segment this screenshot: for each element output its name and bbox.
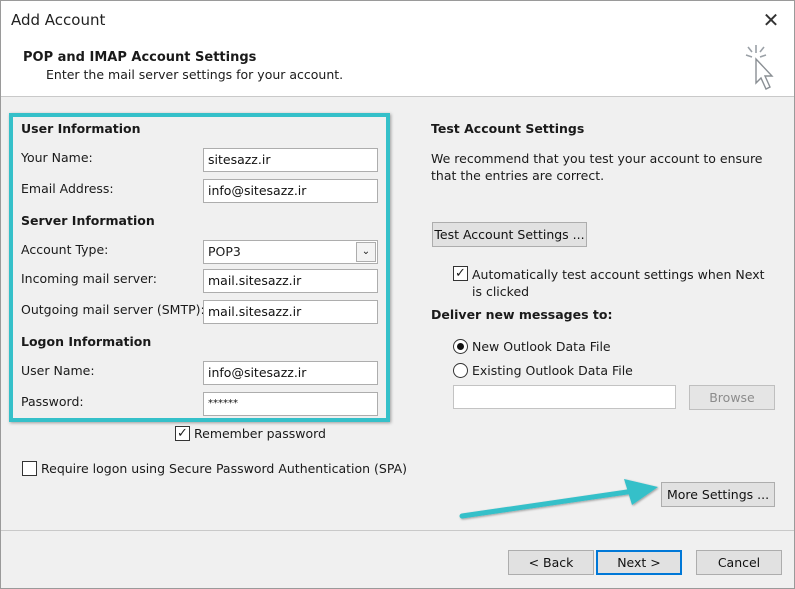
deliver-heading: Deliver new messages to:: [431, 307, 613, 322]
password-label: Password:: [21, 394, 84, 409]
outgoing-server-label: Outgoing mail server (SMTP):: [21, 302, 205, 317]
test-description: We recommend that you test your account …: [431, 151, 763, 183]
server-info-heading: Server Information: [21, 213, 155, 228]
next-button[interactable]: Next >: [596, 550, 682, 575]
header-subtitle: Enter the mail server settings for your …: [46, 67, 344, 82]
dialog-header: POP and IMAP Account Settings Enter the …: [1, 41, 794, 97]
close-icon[interactable]: ✕: [756, 6, 786, 34]
logon-info-heading: Logon Information: [21, 334, 152, 349]
remember-password-label: Remember password: [194, 426, 326, 441]
existing-data-file-path-input[interactable]: [453, 385, 676, 409]
account-type-label: Account Type:: [21, 242, 109, 257]
header-title: POP and IMAP Account Settings: [23, 50, 257, 65]
browse-button[interactable]: Browse: [689, 385, 775, 410]
existing-data-file-radio[interactable]: [453, 363, 468, 378]
test-settings-heading: Test Account Settings: [431, 121, 585, 136]
account-type-value: POP3: [208, 244, 241, 259]
email-address-input[interactable]: info@sitesazz.ir: [203, 179, 378, 203]
cancel-button[interactable]: Cancel: [696, 550, 782, 575]
user-name-label: User Name:: [21, 363, 95, 378]
back-button[interactable]: < Back: [508, 550, 594, 575]
more-settings-button[interactable]: More Settings ...: [661, 482, 775, 507]
footer-divider: [1, 530, 794, 531]
cursor-click-icon: [745, 45, 774, 90]
title-bar: Add Account ✕: [1, 1, 794, 41]
new-data-file-radio[interactable]: [453, 339, 468, 354]
spa-label: Require logon using Secure Password Auth…: [41, 461, 408, 476]
your-name-label: Your Name:: [21, 150, 93, 165]
your-name-input[interactable]: sitesazz.ir: [203, 148, 378, 172]
incoming-server-label: Incoming mail server:: [21, 271, 157, 286]
password-input[interactable]: ******: [203, 392, 378, 416]
pointer-arrow-icon: [459, 479, 658, 519]
new-data-file-label: New Outlook Data File: [472, 339, 611, 354]
spa-checkbox[interactable]: [22, 461, 37, 476]
account-type-select[interactable]: POP3 ⌄: [203, 240, 378, 264]
test-account-settings-button[interactable]: Test Account Settings ...: [432, 222, 587, 247]
email-address-label: Email Address:: [21, 181, 114, 196]
user-info-heading: User Information: [21, 121, 141, 136]
outgoing-server-input[interactable]: mail.sitesazz.ir: [203, 300, 378, 324]
auto-test-label: Automatically test account settings when…: [472, 267, 765, 299]
auto-test-checkbox[interactable]: ✓: [453, 266, 468, 281]
add-account-dialog: Add Account ✕ POP and IMAP Account Setti…: [0, 0, 795, 589]
remember-password-checkbox[interactable]: ✓: [175, 426, 190, 441]
window-title: Add Account: [11, 11, 106, 29]
incoming-server-input[interactable]: mail.sitesazz.ir: [203, 269, 378, 293]
chevron-down-icon[interactable]: ⌄: [356, 242, 376, 262]
existing-data-file-label: Existing Outlook Data File: [472, 363, 633, 378]
user-name-input[interactable]: info@sitesazz.ir: [203, 361, 378, 385]
